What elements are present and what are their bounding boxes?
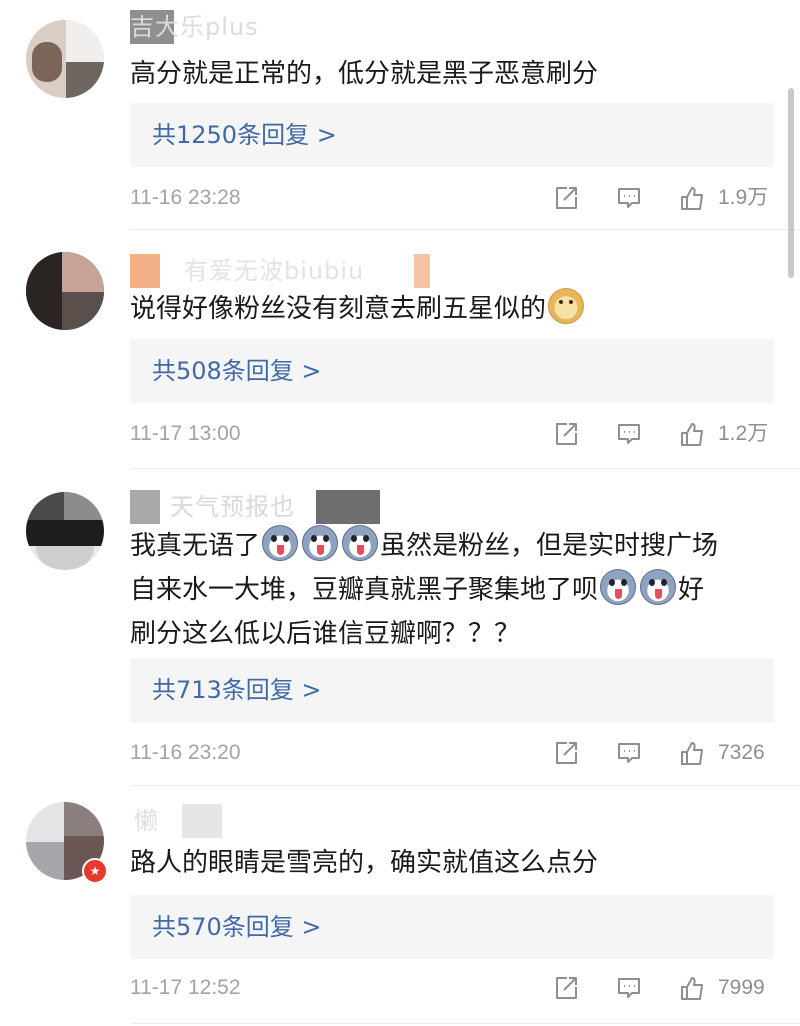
timestamp: 11-17 12:52 [130,976,241,999]
view-replies-button[interactable]: 共508条回复 > [130,339,774,403]
view-replies-button[interactable]: 共1250条回复 > [130,103,774,167]
comment-meta: 11-17 13:00 1.2万 [130,414,780,454]
username[interactable]: 有爱无波biubiu [130,254,430,288]
comment-icon[interactable] [615,184,643,212]
avatar[interactable] [26,492,104,570]
thumbs-up-icon[interactable] [678,184,706,212]
comment-text-segment: 自来水一大堆，豆瓣真就黑子聚集地了呗 [130,575,599,605]
timestamp: 11-17 13:00 [130,422,241,445]
comment-meta: 11-17 12:52 7999 [130,968,780,1008]
thumbs-up-icon[interactable] [678,974,706,1002]
comment-text-segment: 虽然是粉丝，但是实时搜广场 [380,531,719,561]
view-replies-label: 共570条回复 > [152,913,322,941]
view-replies-label: 共1250条回复 > [152,121,337,149]
timestamp: 11-16 23:28 [130,186,241,209]
username[interactable]: 吉大乐plus [130,10,270,44]
comment-text-line: 路人的眼睛是雪亮的，确实就值这么点分 [130,841,770,885]
comment-text-line: 高分就是正常的，低分就是黑子恶意刷分 [130,52,770,96]
thumbs-up-icon[interactable] [678,739,706,767]
comment-text-line: 刷分这么低以后谁信豆瓣啊？？？ [130,612,770,656]
comment-text-line: 自来水一大堆，豆瓣真就黑子聚集地了呗 好 [130,568,770,612]
husky-emoji-icon [262,525,299,561]
view-replies-label: 共508条回复 > [152,357,322,385]
comment-text-segment: 刷分这么低以后谁信豆瓣啊？？？ [130,619,521,649]
like-count: 7999 [718,976,765,999]
comment-text-line: 我真无语了 虽然是粉丝，但是实时搜广场 [130,524,770,568]
comment-text-line: 说得好像粉丝没有刻意去刷五星似的 [130,287,770,331]
verified-badge-icon: ★ [82,858,108,884]
avatar[interactable] [26,20,104,98]
comment-text: 高分就是正常的，低分就是黑子恶意刷分 [130,52,770,96]
divider [130,229,800,230]
avatar[interactable] [26,252,104,330]
divider [130,468,800,469]
husky-emoji-icon [302,525,339,561]
scrollbar[interactable] [788,88,794,278]
share-icon[interactable] [552,739,580,767]
husky-emoji-icon [600,569,637,605]
comment-icon[interactable] [615,974,643,1002]
username[interactable]: 天气预报也 [130,490,380,524]
comment-meta: 11-16 23:20 7326 [130,733,780,773]
view-replies-label: 共713条回复 > [152,676,322,704]
divider [130,785,800,786]
view-replies-button[interactable]: 共713条回复 > [130,658,774,722]
share-icon[interactable] [552,420,580,448]
like-count: 1.2万 [718,422,769,445]
comment-item: 天气预报也 我真无语了 虽然是粉丝，但是实时搜广场自来水一大堆，豆瓣真就黑子聚集地… [0,472,800,790]
comment-text-segment: 我真无语了 [130,531,261,561]
comment-text-segment: 高分就是正常的，低分就是黑子恶意刷分 [130,59,599,89]
like-count: 1.9万 [718,186,769,209]
share-icon[interactable] [552,974,580,1002]
comment-item: 有爱无波biubiu 说得好像粉丝没有刻意去刷五星似的 共508条回复 > 11… [0,232,800,472]
husky-emoji-icon [640,569,677,605]
comment-text: 说得好像粉丝没有刻意去刷五星似的 [130,287,770,331]
comment-icon[interactable] [615,420,643,448]
username-text: 懒 [134,807,159,835]
doge-emoji-icon [548,288,585,324]
husky-emoji-icon [342,525,379,561]
view-replies-button[interactable]: 共570条回复 > [130,895,774,959]
comment-feed: 吉大乐plus 高分就是正常的，低分就是黑子恶意刷分 共1250条回复 > 11… [0,0,800,1026]
comment-text: 我真无语了 虽然是粉丝，但是实时搜广场自来水一大堆，豆瓣真就黑子聚集地了呗 好刷分这… [130,524,770,656]
thumbs-up-icon[interactable] [678,420,706,448]
comment-icon[interactable] [615,739,643,767]
divider [130,1023,800,1024]
comment-item: 吉大乐plus 高分就是正常的，低分就是黑子恶意刷分 共1250条回复 > 11… [0,0,800,232]
username[interactable]: 懒 [130,804,230,838]
like-count: 7326 [718,741,765,764]
comment-text: 路人的眼睛是雪亮的，确实就值这么点分 [130,841,770,885]
comment-text-segment: 好 [678,575,705,605]
timestamp: 11-16 23:20 [130,741,241,764]
comment-text-segment: 说得好像粉丝没有刻意去刷五星似的 [130,294,547,324]
share-icon[interactable] [552,184,580,212]
comment-text-segment: 路人的眼睛是雪亮的，确实就值这么点分 [130,848,599,878]
username-text: 天气预报也 [170,493,295,521]
comment-item: ★ 懒 路人的眼睛是雪亮的，确实就值这么点分 共570条回复 > 11-17 1… [0,790,800,1026]
comment-meta: 11-16 23:28 1.9万 [130,178,780,218]
username-text: 有爱无波biubiu [184,257,365,285]
username-text: 吉大乐plus [130,13,259,41]
